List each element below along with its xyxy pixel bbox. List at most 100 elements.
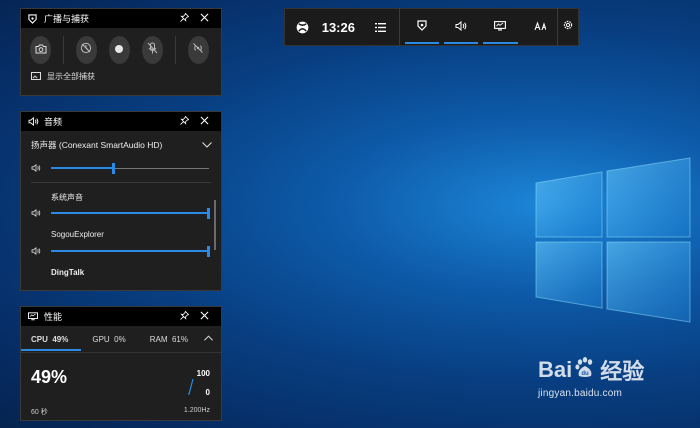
- speaker-icon[interactable]: [31, 209, 51, 217]
- watermark-url: jingyan.baidu.com: [538, 388, 623, 399]
- people-icon: [534, 18, 547, 36]
- start-broadcast-button[interactable]: [187, 36, 209, 64]
- cpu-usage-value: 49%: [31, 367, 68, 387]
- slider-thumb[interactable]: [207, 207, 210, 219]
- app-volume-slider[interactable]: [51, 245, 210, 257]
- pin-button[interactable]: [174, 115, 194, 127]
- tab-ram[interactable]: RAM 61%: [150, 335, 188, 344]
- tab-label: GPU: [92, 334, 110, 344]
- slider-fill: [51, 167, 115, 169]
- tab-gpu[interactable]: GPU 0%: [92, 335, 125, 344]
- microphone-off-icon: [147, 41, 158, 59]
- widget-header: 音频: [21, 112, 221, 131]
- start-recording-button[interactable]: [108, 36, 131, 64]
- audio-widget-toggle[interactable]: [443, 8, 479, 46]
- app-volume-row: [21, 205, 221, 221]
- broadcast-widget-toggle[interactable]: [404, 8, 439, 46]
- baidu-jingyan-watermark: Bai du 经验 jingyan.baidu.com: [538, 354, 698, 399]
- active-tab-indicator: [21, 349, 81, 351]
- broadcast-icon: [417, 18, 427, 36]
- show-all-captures-link[interactable]: 显示全部捕获: [21, 64, 221, 82]
- close-button[interactable]: [194, 311, 214, 322]
- cpu-graph-line: [188, 378, 194, 395]
- active-indicator: [483, 42, 518, 44]
- master-volume-slider[interactable]: [51, 162, 209, 174]
- paw-icon: du: [574, 356, 596, 384]
- gallery-icon: [31, 72, 41, 81]
- pin-icon: [179, 115, 189, 127]
- monitor-icon: [494, 18, 507, 36]
- chevron-up-icon[interactable]: [204, 335, 213, 341]
- close-icon: [200, 311, 209, 322]
- speaker-icon: [455, 18, 467, 36]
- broadcast-capture-widget: 广播与捕获 显示全部捕获: [20, 8, 222, 96]
- tab-value: 0%: [114, 334, 126, 344]
- output-device-select[interactable]: 扬声器 (Conexant SmartAudio HD): [21, 131, 221, 151]
- speaker-icon: [28, 117, 40, 126]
- scrollbar[interactable]: [214, 200, 216, 250]
- active-indicator: [404, 42, 439, 44]
- close-icon: [200, 116, 209, 127]
- tab-label: CPU: [31, 334, 48, 344]
- tab-cpu[interactable]: CPU 49%: [31, 335, 68, 344]
- widget-title: 性能: [44, 312, 63, 322]
- camera-icon: [35, 41, 47, 59]
- output-device-label: 扬声器 (Conexant SmartAudio HD): [31, 140, 163, 150]
- tab-value: 61%: [171, 334, 188, 344]
- tab-value: 49%: [52, 334, 69, 344]
- history-icon: [80, 41, 92, 59]
- slider-thumb[interactable]: [112, 162, 116, 174]
- divider: [63, 36, 64, 64]
- pin-button[interactable]: [174, 12, 194, 24]
- watermark-brand-left: Bai: [538, 357, 573, 382]
- menu-list-icon[interactable]: [368, 22, 393, 32]
- app-name: SogouExplorer: [51, 230, 104, 239]
- metric-tabs: CPU 49% GPU 0% RAM 61%: [21, 326, 221, 352]
- gear-icon: [562, 18, 574, 36]
- widget-title: 广播与捕获: [44, 14, 90, 24]
- social-widget-toggle[interactable]: [523, 8, 557, 46]
- clock: 13:26: [321, 19, 355, 35]
- performance-widget: 性能 CPU 49% GPU 0% RAM 61% 49% 100 0 60 秒…: [20, 306, 222, 421]
- app-name: DingTalk: [51, 268, 85, 277]
- active-indicator: [443, 42, 479, 44]
- slider-fill: [51, 250, 209, 252]
- tab-label: RAM: [149, 334, 168, 344]
- widget-header: 性能: [21, 307, 221, 326]
- close-button[interactable]: [194, 13, 214, 24]
- app-volume-slider[interactable]: [51, 207, 210, 219]
- performance-graph-area: 49% 100 0 60 秒 1.200Hz: [21, 352, 221, 422]
- graph-time-window: 60 秒: [31, 409, 48, 416]
- speaker-icon[interactable]: [31, 247, 51, 255]
- watermark-brand-right: 经验: [600, 359, 645, 384]
- chevron-down-icon: [202, 140, 212, 150]
- close-icon: [200, 13, 209, 24]
- screenshot-button[interactable]: [30, 36, 52, 64]
- slider-thumb[interactable]: [207, 245, 210, 257]
- widget-title: 音频: [44, 117, 63, 127]
- audio-widget: 音频 扬声器 (Conexant SmartAudio HD) 系统声音 Sog…: [20, 111, 222, 291]
- monitor-icon: [28, 312, 40, 321]
- widget-header: 广播与捕获: [21, 9, 221, 28]
- watermark-logo: Bai du 经验: [538, 354, 698, 386]
- app-volume-row: [21, 243, 221, 259]
- microphone-toggle[interactable]: [142, 36, 164, 64]
- pin-button[interactable]: [174, 310, 194, 322]
- cpu-frequency: 1.200Hz: [183, 407, 210, 414]
- pin-icon: [179, 12, 189, 24]
- master-volume-row: [21, 160, 221, 176]
- divider: [398, 8, 400, 46]
- performance-widget-toggle[interactable]: [483, 8, 518, 46]
- record-last-button[interactable]: [75, 36, 97, 64]
- graph-scale-min: 0: [205, 388, 210, 397]
- svg-text:du: du: [582, 371, 590, 377]
- speaker-icon[interactable]: [31, 164, 51, 172]
- settings-button[interactable]: [556, 8, 578, 46]
- xbox-icon[interactable]: [289, 21, 316, 34]
- slider-fill: [51, 212, 209, 214]
- pin-icon: [179, 310, 189, 322]
- close-button[interactable]: [194, 116, 214, 127]
- broadcast-off-icon: [192, 41, 204, 59]
- record-icon: [114, 41, 124, 59]
- game-bar: 13:26: [284, 8, 579, 46]
